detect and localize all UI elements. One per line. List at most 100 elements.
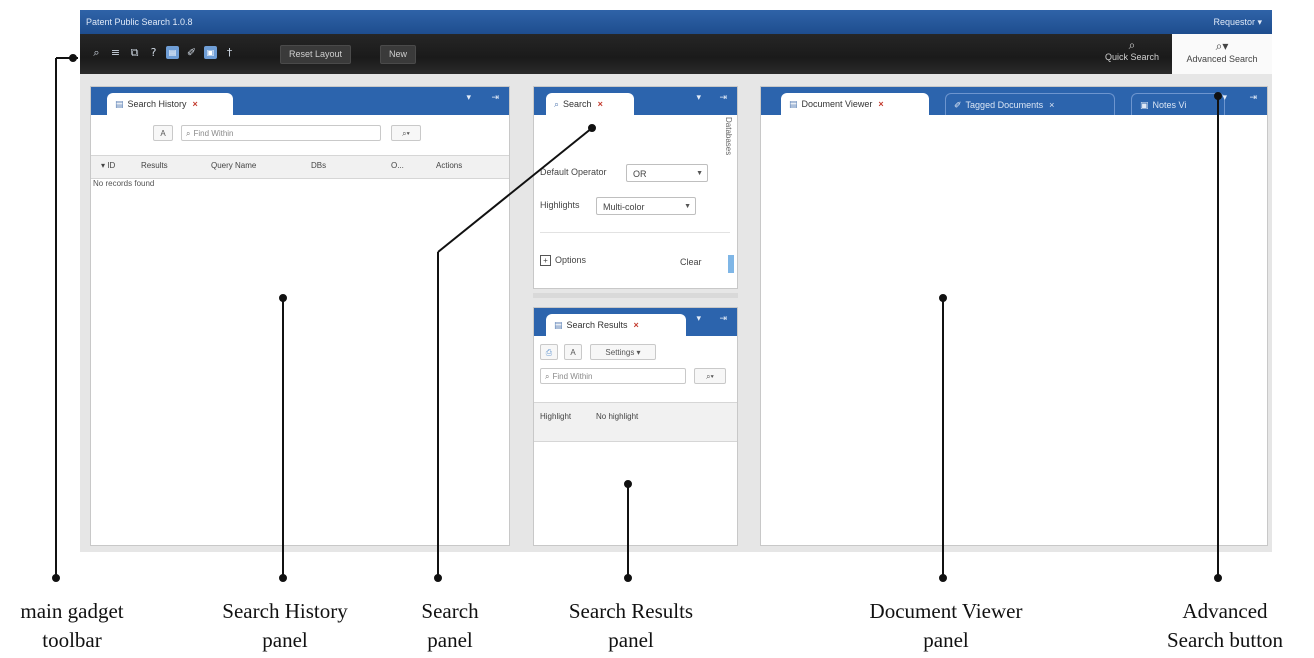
caption-advanced-search-button: Advanced Search button bbox=[1167, 597, 1283, 655]
help-icon[interactable]: ? bbox=[147, 46, 160, 59]
caption-search-results-panel: Search Results panel bbox=[569, 597, 693, 655]
caption-line: Document Viewer bbox=[869, 599, 1023, 623]
column-query-name[interactable]: Query Name bbox=[211, 161, 256, 170]
default-operator-value: OR bbox=[633, 169, 647, 179]
doc-icon[interactable]: ▤ bbox=[166, 46, 179, 59]
main-gadget-toolbar: ⌕ ≡ ⧉ ? ▤ ✐ ▣ † Reset Layout New ⌕ Quick… bbox=[80, 34, 1172, 74]
search-icon: ⌕ bbox=[554, 100, 560, 110]
tab-label: Notes Vi bbox=[1152, 100, 1187, 110]
dock-icon[interactable]: ⇥ bbox=[491, 93, 499, 103]
column-actions[interactable]: Actions bbox=[436, 161, 462, 170]
find-within-input[interactable]: ⌕ Find Within bbox=[540, 368, 686, 384]
notes-icon[interactable]: ▣ bbox=[204, 46, 217, 59]
search-options-button[interactable]: ⌕▾ bbox=[694, 368, 726, 384]
advanced-search-button[interactable]: ⌕▾ Advanced Search bbox=[1172, 34, 1272, 74]
search-results-header: ▤ Search Results × ▾ ⇥ bbox=[534, 308, 737, 336]
column-o[interactable]: O... bbox=[391, 161, 404, 170]
quick-search-icon: ⌕ bbox=[1128, 38, 1136, 52]
search-icon[interactable]: ⌕ bbox=[90, 46, 103, 59]
quick-search-button[interactable]: ⌕ Quick Search bbox=[1102, 38, 1162, 62]
print-icon[interactable]: ⎙ bbox=[540, 344, 558, 360]
font-size-icon[interactable]: A bbox=[153, 125, 173, 141]
scrollbar[interactable] bbox=[728, 255, 734, 273]
caption-document-viewer-panel: Document Viewer panel bbox=[870, 597, 1023, 655]
tab-search-results[interactable]: ▤ Search Results × bbox=[546, 314, 686, 336]
dock-icon[interactable]: ⇥ bbox=[719, 93, 727, 103]
search-history-header: ▤ Search History × ▾ ⇥ bbox=[91, 87, 509, 115]
reset-layout-button[interactable]: Reset Layout bbox=[280, 45, 352, 64]
options-toggle[interactable]: + Options bbox=[540, 255, 586, 266]
close-icon[interactable]: × bbox=[1049, 100, 1054, 110]
panel-splitter[interactable] bbox=[533, 293, 738, 298]
list-icon[interactable]: ≡ bbox=[109, 46, 122, 59]
highlight-value[interactable]: No highlight bbox=[596, 412, 642, 421]
history-icon: ▤ bbox=[115, 100, 124, 110]
tab-search[interactable]: ⌕ Search × bbox=[546, 93, 634, 115]
document-viewer-header: ▤ Document Viewer × ✐ Tagged Documents × ▣ No… bbox=[761, 87, 1267, 115]
databases-side-tab[interactable]: Databases bbox=[724, 117, 733, 155]
close-icon[interactable]: × bbox=[193, 99, 198, 109]
user-menu[interactable]: Requestor ▾ bbox=[1213, 10, 1262, 34]
chevron-down-icon: ▼ bbox=[684, 203, 691, 210]
default-operator-select[interactable]: OR ▼ bbox=[626, 164, 708, 182]
caption-line: Search bbox=[421, 599, 479, 623]
tab-label: Search bbox=[563, 99, 592, 109]
advanced-search-icon: ⌕▾ bbox=[1215, 39, 1229, 53]
tab-document-viewer[interactable]: ▤ Document Viewer × bbox=[781, 93, 929, 115]
new-button[interactable]: New bbox=[380, 45, 417, 64]
workspace: ▤ Search History × ▾ ⇥ A ⌕ Find Within ⌕▾ ▾… bbox=[80, 74, 1272, 552]
chevron-down-icon[interactable]: ▾ bbox=[1222, 93, 1227, 103]
close-icon[interactable]: × bbox=[598, 99, 603, 109]
close-icon[interactable]: × bbox=[634, 320, 639, 330]
column-id[interactable]: ▾ ID bbox=[101, 161, 115, 170]
pin-icon[interactable]: † bbox=[223, 46, 236, 59]
results-table-header: Highlight No highlight bbox=[534, 402, 737, 442]
search-options-button[interactable]: ⌕▾ bbox=[391, 125, 421, 141]
column-dbs[interactable]: DBs bbox=[311, 161, 326, 170]
dock-icon[interactable]: ⇥ bbox=[719, 314, 727, 324]
search-icon: ⌕ bbox=[186, 129, 191, 138]
caption-search-history-panel: Search History panel bbox=[222, 597, 347, 655]
chevron-down-icon[interactable]: ▾ bbox=[466, 93, 471, 103]
options-label: Options bbox=[555, 255, 587, 265]
caption-search-panel: Search panel bbox=[421, 597, 478, 655]
close-icon[interactable]: × bbox=[878, 99, 883, 109]
chevron-down-icon[interactable]: ▾ bbox=[696, 314, 701, 324]
column-results[interactable]: Results bbox=[141, 161, 168, 170]
dock-icon[interactable]: ⇥ bbox=[1249, 93, 1257, 103]
notes-icon: ▣ bbox=[1140, 101, 1149, 111]
caption-main-gadget-toolbar: main gadget toolbar bbox=[20, 597, 123, 655]
highlights-select[interactable]: Multi-color ▼ bbox=[596, 197, 696, 215]
chevron-down-icon[interactable]: ▾ bbox=[696, 93, 701, 103]
clear-button[interactable]: Clear bbox=[680, 257, 702, 267]
caption-line: Advanced bbox=[1182, 599, 1268, 623]
tag-icon: ✐ bbox=[954, 101, 962, 111]
chevron-down-icon: ▼ bbox=[696, 170, 703, 177]
highlights-value: Multi-color bbox=[603, 202, 645, 212]
caption-line: panel bbox=[608, 628, 654, 652]
empty-message: No records found bbox=[93, 179, 155, 188]
history-table-header: ▾ ID Results Query Name DBs O... Actions bbox=[91, 155, 509, 179]
document-viewer-panel: ▤ Document Viewer × ✐ Tagged Documents × ▣ No… bbox=[760, 86, 1268, 546]
find-within-input[interactable]: ⌕ Find Within bbox=[181, 125, 381, 141]
plus-box-icon: + bbox=[540, 255, 551, 266]
default-operator-label: Default Operator bbox=[540, 167, 607, 177]
tab-label: Document Viewer bbox=[801, 99, 873, 109]
search-results-panel: ▤ Search Results × ▾ ⇥ ⎙ A Settings ▾ ⌕ Fin… bbox=[533, 307, 738, 546]
highlights-label: Highlights bbox=[540, 200, 580, 210]
tab-notes-viewer[interactable]: ▣ Notes Vi bbox=[1131, 93, 1225, 115]
highlight-label: Highlight bbox=[540, 412, 572, 421]
advanced-search-label: Advanced Search bbox=[1186, 54, 1258, 64]
app-title: Patent Public Search 1.0.8 bbox=[86, 17, 193, 27]
tab-label: Tagged Documents bbox=[965, 100, 1044, 110]
caption-line: panel bbox=[262, 628, 308, 652]
search-history-panel: ▤ Search History × ▾ ⇥ A ⌕ Find Within ⌕▾ ▾… bbox=[90, 86, 510, 546]
settings-dropdown[interactable]: Settings ▾ bbox=[590, 344, 656, 360]
quick-search-label: Quick Search bbox=[1104, 52, 1160, 62]
font-size-icon[interactable]: A bbox=[564, 344, 582, 360]
caption-line: Search button bbox=[1166, 628, 1284, 652]
tag-icon[interactable]: ✐ bbox=[185, 46, 198, 59]
tab-tagged-documents[interactable]: ✐ Tagged Documents × bbox=[945, 93, 1115, 115]
copy-icon[interactable]: ⧉ bbox=[128, 46, 141, 59]
tab-search-history[interactable]: ▤ Search History × bbox=[107, 93, 233, 115]
